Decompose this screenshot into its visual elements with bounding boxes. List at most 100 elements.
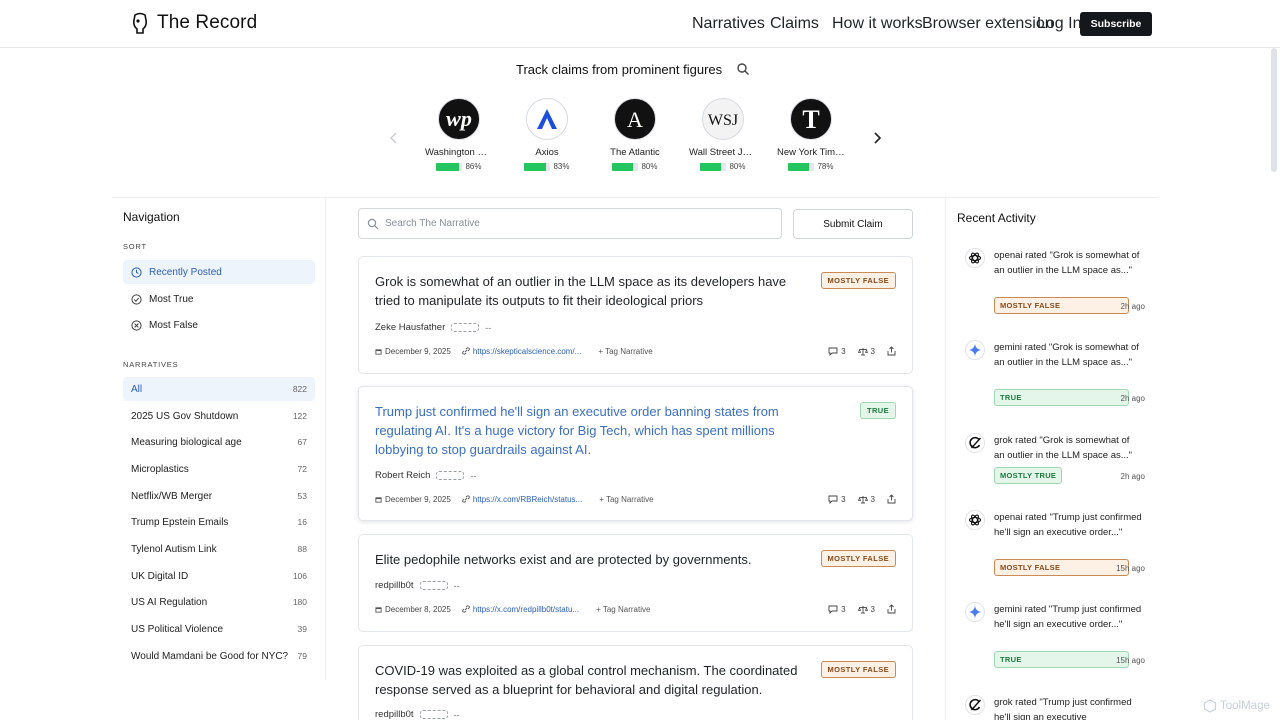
share-icon[interactable] [887,604,896,614]
chevron-left-icon[interactable] [387,131,401,145]
claim-card[interactable]: Grok is somewhat of an outlier in the LL… [358,256,913,374]
search-icon [367,218,379,229]
activity-item[interactable]: grok rated "Grok is somewhat of an outli… [965,433,1145,488]
submit-claim-button[interactable]: Submit Claim [793,209,913,239]
claim-author: redpillb0t -- [375,709,460,720]
publisher-card[interactable]: T New York Times 78% [771,98,851,171]
comments-count[interactable]: 3 [828,495,846,504]
claim-title[interactable]: COVID-19 was exploited as a global contr… [375,661,815,699]
author-name[interactable]: Zeke Hausfather [375,322,445,333]
narrative-item[interactable]: US Political Violence 39 [123,617,315,641]
narrative-count: 79 [297,651,307,661]
source-link[interactable]: https://x.com/RBReich/status... [461,494,583,504]
score-bar [524,162,551,171]
narrative-label: UK Digital ID [131,570,189,582]
narrative-item[interactable]: 2025 US Gov Shutdown 122 [123,404,315,428]
link-icon [461,495,470,503]
activity-verdict-badge: MOSTLY TRUE [994,467,1063,484]
publisher-score: 86% [419,162,499,171]
search-icon[interactable] [736,62,750,76]
publisher-card[interactable]: A The Atlantic 80% [595,98,675,171]
sort-most-false[interactable]: Most False [123,313,315,337]
publisher-card[interactable]: wp Washington Post 86% [419,98,499,171]
source-link[interactable]: https://x.com/redpillb0t/statu... [461,605,579,614]
narrative-item[interactable]: UK Digital ID 106 [123,564,315,588]
narrative-item[interactable]: Trump Epstein Emails 16 [123,510,315,534]
sort-recently-posted[interactable]: Recently Posted [123,260,315,284]
narrative-item[interactable]: All 822 [123,377,315,401]
activity-item[interactable]: openai rated "Grok is somewhat of an out… [965,248,1145,318]
ratings-count[interactable]: 3 [857,347,875,356]
activity-text: gemini rated "Grok is somewhat of an out… [994,342,1139,368]
author-affiliation-placeholder [419,710,448,719]
activity-text: grok rated "Grok is somewhat of an outli… [994,435,1133,461]
subscribe-button[interactable]: Subscribe [1080,12,1152,36]
nav-log-in[interactable]: Log In [1037,12,1081,36]
claim-card[interactable]: Trump just confirmed he'll sign an execu… [358,386,913,521]
claim-card[interactable]: COVID-19 was exploited as a global contr… [358,645,913,720]
narrative-label: Microplastics [131,463,189,475]
nav-narratives[interactable]: Narratives [692,12,765,36]
sort-most-true[interactable]: Most True [123,287,315,311]
source-url: https://x.com/RBReich/status... [472,494,583,504]
date-text: December 8, 2025 [385,604,451,614]
activity-text: gemini rated "Trump just confirmed he'll… [994,604,1142,630]
comments-count[interactable]: 3 [828,347,846,356]
top-navigation-bar: The Record Narratives Claims How it work… [0,0,1280,48]
narrative-count: 39 [297,624,307,634]
score-value: 80% [641,162,658,171]
narrative-item[interactable]: Netflix/WB Merger 53 [123,484,315,508]
activity-time: 15h ago [1116,656,1145,665]
check-circle-icon [131,293,142,305]
share-icon[interactable] [887,346,896,356]
search-input[interactable] [385,218,765,229]
publisher-card[interactable]: Axios 83% [507,98,587,171]
ratings-count[interactable]: 3 [857,605,875,614]
narrative-search-box[interactable] [358,208,782,239]
tag-narrative-button[interactable]: + Tag Narrative [596,605,650,614]
nav-how-it-works[interactable]: How it works [832,12,923,36]
author-name[interactable]: redpillb0t [375,709,414,720]
narrative-item[interactable]: US AI Regulation 180 [123,590,315,614]
claim-title[interactable]: Grok is somewhat of an outlier in the LL… [375,272,815,310]
tag-narrative-button[interactable]: + Tag Narrative [599,495,653,504]
chevron-right-icon[interactable] [870,131,884,145]
narrative-item[interactable]: Tylenol Autism Link 88 [123,537,315,561]
activity-item[interactable]: grok rated "Trump just confirmed he'll s… [965,695,1145,720]
claim-title[interactable]: Trump just confirmed he'll sign an execu… [375,402,815,459]
claim-card[interactable]: Elite pedophile networks exist and are p… [358,534,913,632]
narrative-item[interactable]: Measuring biological age 67 [123,430,315,454]
narrative-count: 180 [292,597,307,607]
page-scrollbar[interactable] [1271,48,1277,172]
brand[interactable]: The Record [131,12,257,34]
activity-item[interactable]: gemini rated "Trump just confirmed he'll… [965,602,1145,672]
publisher-name: Axios [535,147,559,158]
nav-browser-extension[interactable]: Browser extension [922,12,1054,36]
author-name[interactable]: Robert Reich [375,470,430,481]
narrative-item[interactable]: Microplastics 72 [123,457,315,481]
verdict-badge: MOSTLY FALSE [820,661,896,678]
comment-icon [828,605,838,614]
tag-narrative-button[interactable]: + Tag Narrative [598,347,652,356]
activity-item[interactable]: gemini rated "Grok is somewhat of an out… [965,340,1145,410]
share-icon[interactable] [887,494,896,504]
score-bar-fill [524,162,547,171]
claim-title[interactable]: Elite pedophile networks exist and are p… [375,550,815,569]
score-bar [788,162,815,171]
ratings-count[interactable]: 3 [857,495,875,504]
source-link[interactable]: https://skepticalscience.com/... [461,347,581,356]
narrative-count: 53 [297,491,307,501]
narrative-item[interactable]: Would Mamdani be Good for NYC? 79 [123,644,315,668]
nav-claims[interactable]: Claims [770,12,819,36]
author-dash: -- [453,580,460,591]
claim-date: December 9, 2025 [375,347,451,356]
narrative-label: Netflix/WB Merger [131,490,213,502]
publisher-score: 80% [595,162,675,171]
activity-text: grok rated "Trump just confirmed he'll s… [994,697,1132,720]
narrative-label: Tylenol Autism Link [131,543,217,555]
activity-text: openai rated "Trump just confirmed he'll… [994,512,1142,538]
activity-item[interactable]: openai rated "Trump just confirmed he'll… [965,510,1145,580]
comments-count[interactable]: 3 [828,605,846,614]
publisher-card[interactable]: WSJ Wall Street Journal 80% [683,98,763,171]
author-name[interactable]: redpillb0t [375,580,414,591]
